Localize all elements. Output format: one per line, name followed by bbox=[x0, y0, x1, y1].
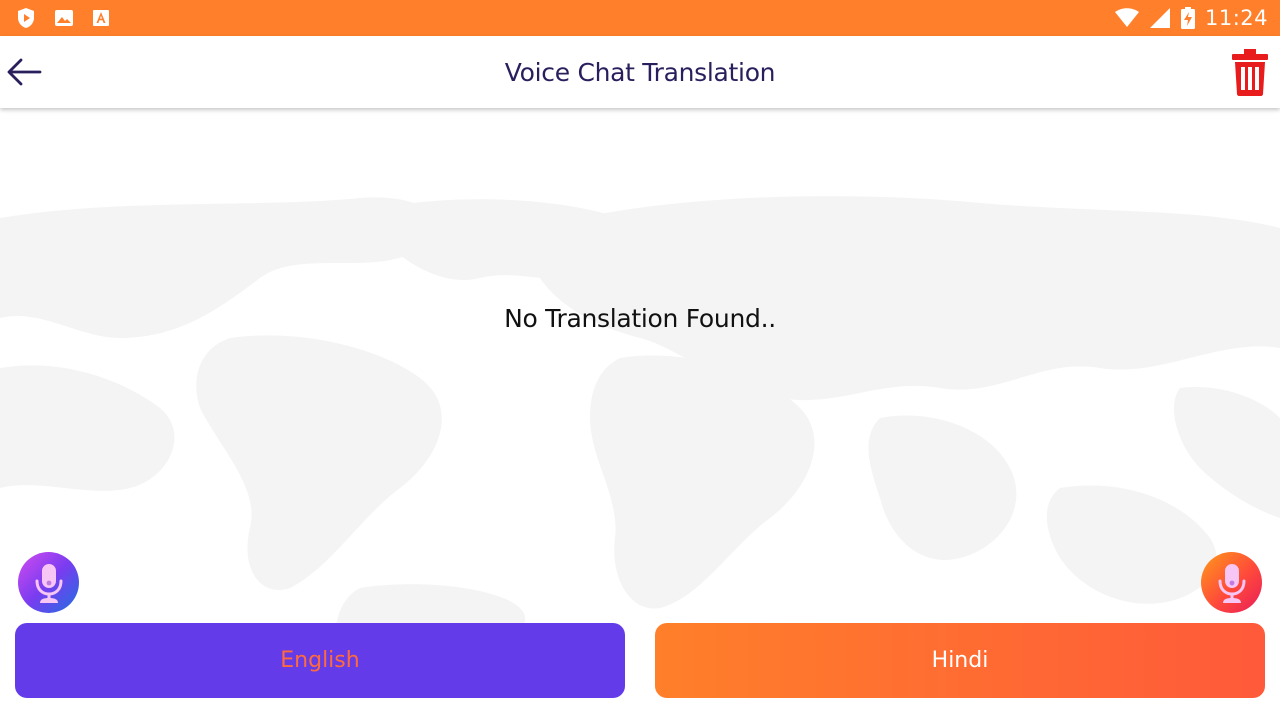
shield-play-icon bbox=[16, 7, 36, 29]
battery-charging-icon bbox=[1180, 7, 1195, 29]
source-language-button[interactable]: English bbox=[15, 623, 625, 698]
target-language-button[interactable]: Hindi bbox=[655, 623, 1265, 698]
font-a-icon bbox=[92, 9, 110, 27]
image-icon bbox=[54, 9, 74, 27]
delete-button[interactable] bbox=[1228, 46, 1272, 98]
source-mic-button[interactable] bbox=[18, 552, 79, 613]
arrow-left-icon bbox=[7, 58, 42, 86]
wifi-icon bbox=[1114, 8, 1139, 28]
app-bar: Voice Chat Translation bbox=[0, 36, 1280, 108]
signal-icon bbox=[1149, 8, 1171, 28]
status-time: 11:24 bbox=[1204, 6, 1268, 30]
page-title: Voice Chat Translation bbox=[504, 57, 776, 87]
target-language-label: Hindi bbox=[931, 648, 989, 673]
trash-icon bbox=[1232, 49, 1268, 96]
source-language-label: English bbox=[280, 648, 360, 673]
microphone-icon bbox=[35, 563, 62, 603]
world-map-background bbox=[0, 196, 1280, 648]
status-bar: 11:24 bbox=[0, 0, 1280, 36]
empty-state-message: No Translation Found.. bbox=[504, 304, 776, 333]
back-button[interactable] bbox=[4, 52, 44, 92]
target-mic-button[interactable] bbox=[1201, 552, 1262, 613]
status-left-icons bbox=[16, 7, 110, 29]
status-right-icons: 11:24 bbox=[1114, 6, 1268, 30]
microphone-icon bbox=[1218, 563, 1245, 603]
